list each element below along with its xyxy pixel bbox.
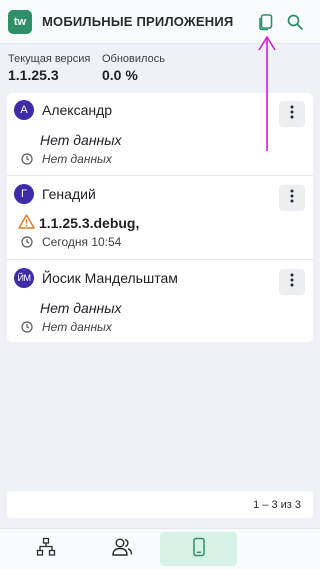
avatar: А [14,100,34,120]
more-vertical-icon [290,273,294,292]
list-item[interactable]: А Александр Нет данных Нет данных [7,93,313,176]
search-icon [286,13,304,31]
warning-icon [18,214,35,234]
more-vertical-icon [290,105,294,124]
last-seen-time: Сегодня 10:54 [42,235,122,249]
bottom-navigation [0,528,320,569]
user-list: А Александр Нет данных Нет данных Г Гена… [7,93,313,342]
version-stats: Текущая версия 1.1.25.3 Обновилось 0.0 % [0,44,320,90]
mobile-phone-icon [192,537,206,562]
clock-icon [21,320,33,338]
avatar: ЙМ [14,268,34,288]
pagination-range: 1 – 3 из 3 [253,499,301,511]
more-menu-button[interactable] [279,101,305,127]
search-button[interactable] [283,10,307,34]
nav-mobile-apps[interactable] [160,532,237,566]
user-name: Йосик Мандельштам [42,270,178,286]
avatar: Г [14,184,34,204]
users-icon [111,537,133,562]
more-menu-button[interactable] [279,269,305,295]
page-title: МОБИЛЬНЫЕ ПРИЛОЖЕНИЯ [42,14,234,29]
pagination: 1 – 3 из 3 [7,491,313,518]
user-name: Александр [42,102,113,118]
hierarchy-icon [36,537,56,562]
last-seen-time: Нет данных [42,152,112,166]
current-version-label: Текущая версия [8,53,91,65]
user-name: Генадий [42,186,96,202]
app-version: Нет данных [40,132,122,148]
list-item[interactable]: Г Генадий 1.1.25.3.debug, Сегодня 10:54 [7,176,313,260]
nav-structure[interactable] [8,532,83,566]
app-version: Нет данных [40,300,122,316]
copy-button[interactable] [254,10,278,34]
more-vertical-icon [290,189,294,208]
app-header: tw МОБИЛЬНЫЕ ПРИЛОЖЕНИЯ [0,0,320,44]
current-version-value: 1.1.25.3 [8,67,59,83]
last-seen-time: Нет данных [42,320,112,334]
updated-value: 0.0 % [102,67,138,83]
clock-icon [21,152,33,170]
app-logo: tw [8,10,32,34]
more-menu-button[interactable] [279,185,305,211]
updated-label: Обновилось [102,53,165,65]
clock-icon [21,235,33,253]
app-version: 1.1.25.3.debug, [39,215,140,231]
copy-icon [257,13,275,31]
list-item[interactable]: ЙМ Йосик Мандельштам Нет данных Нет данн… [7,260,313,342]
nav-users[interactable] [84,532,159,566]
